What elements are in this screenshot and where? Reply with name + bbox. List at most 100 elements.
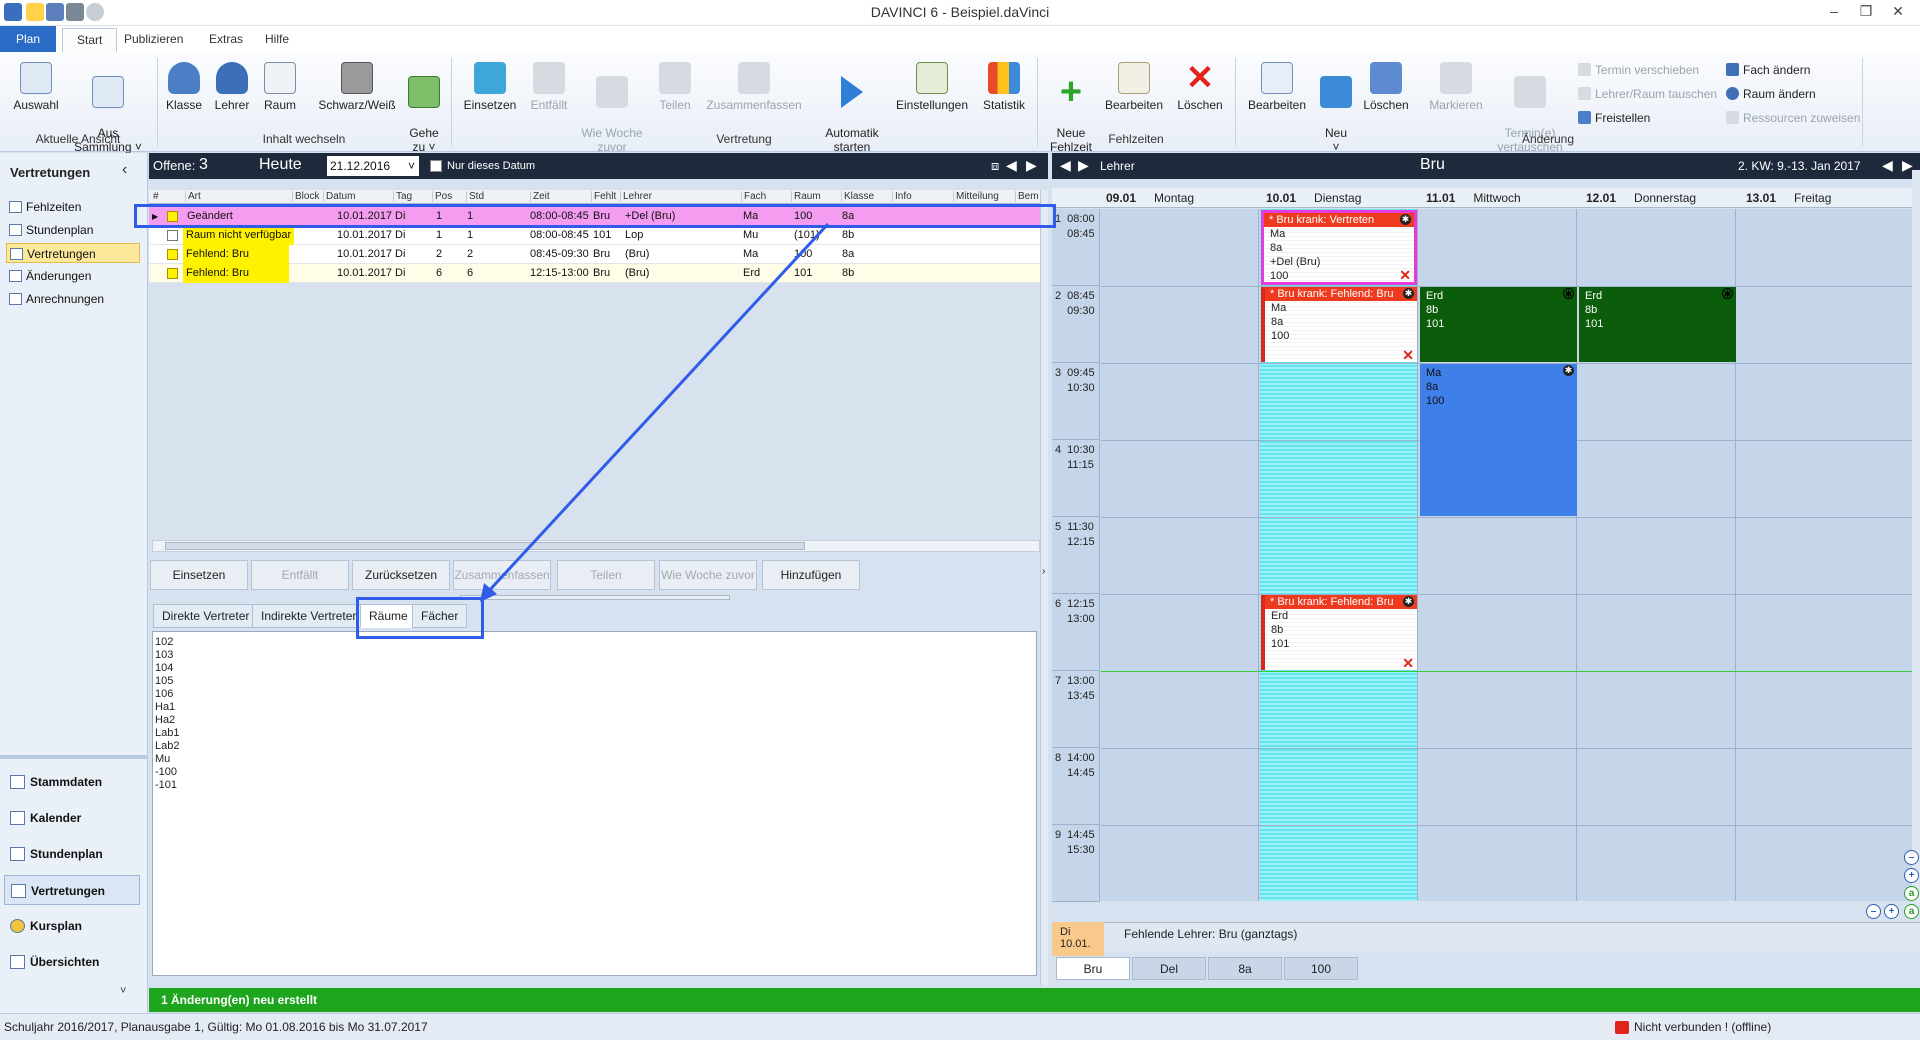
- col-block[interactable]: Block: [292, 191, 319, 202]
- col-fach[interactable]: Fach: [741, 191, 766, 202]
- einsetzen-action-button[interactable]: Einsetzen: [150, 560, 248, 590]
- tab-faecher[interactable]: Fächer: [412, 604, 468, 628]
- nav-stundenplan-main[interactable]: Stundenplan: [4, 839, 140, 869]
- col-klasse[interactable]: Klasse: [841, 191, 874, 202]
- list-item[interactable]: 106: [155, 688, 1034, 701]
- day-header-dienstag[interactable]: 10.01 Dienstag: [1266, 191, 1361, 205]
- close-button[interactable]: ✕: [1878, 0, 1918, 22]
- table-row[interactable]: Raum nicht verfügbar 10.01.2017 Di 1 1 0…: [149, 226, 1043, 245]
- nav-stammdaten[interactable]: Stammdaten: [4, 767, 140, 797]
- week-prev-icon[interactable]: ◀: [1882, 157, 1893, 174]
- nav-fehlzeiten[interactable]: Fehlzeiten: [6, 197, 140, 217]
- splitter-arrow-icon[interactable]: ›: [1042, 566, 1045, 577]
- markieren-button[interactable]: Markieren: [1424, 62, 1488, 112]
- col-raum[interactable]: Raum: [791, 191, 821, 202]
- heute-button[interactable]: Heute: [259, 156, 302, 174]
- hzoom-out-icon[interactable]: –: [1866, 904, 1881, 919]
- tab-plan[interactable]: Plan: [0, 26, 57, 52]
- nav-kursplan[interactable]: Kursplan: [4, 911, 140, 941]
- day-header-montag[interactable]: 09.01 Montag: [1106, 191, 1194, 205]
- bearbeiten-fehlzeit-button[interactable]: Bearbeiten: [1102, 62, 1166, 112]
- tab-publizieren[interactable]: Publizieren: [110, 28, 197, 52]
- raum-aendern-button[interactable]: Raum ändern: [1726, 86, 1816, 102]
- tab-raeume[interactable]: Räume: [360, 604, 417, 628]
- hzoom-in-icon[interactable]: +: [1884, 904, 1899, 919]
- col-mitteilung[interactable]: Mitteilung: [953, 191, 999, 202]
- nav-stundenplan[interactable]: Stundenplan: [6, 220, 140, 240]
- splitter[interactable]: [460, 595, 730, 600]
- tab-8a[interactable]: 8a: [1208, 957, 1282, 980]
- tab-indirekte-vertreter[interactable]: Indirekte Vertreter: [252, 604, 366, 628]
- day-header-freitag[interactable]: 13.01 Freitag: [1746, 191, 1831, 205]
- zuruecksetzen-action-button[interactable]: Zurücksetzen: [352, 560, 450, 590]
- table-row[interactable]: Fehlend: Bru 10.01.2017 Di 2 2 08:45-09:…: [149, 245, 1043, 264]
- col-pos[interactable]: Pos: [432, 191, 452, 202]
- mode-a-icon[interactable]: a: [1904, 886, 1919, 901]
- prev-icon[interactable]: ◀: [1060, 157, 1071, 174]
- day-column[interactable]: [1101, 209, 1259, 901]
- nur-dieses-datum-checkbox[interactable]: [430, 160, 442, 172]
- zusammenfassen-button[interactable]: Zusammenfassen: [704, 62, 804, 112]
- lesson-event[interactable]: ✱ Erd 8b 101: [1420, 287, 1577, 362]
- zoom-out-icon[interactable]: –: [1904, 850, 1919, 865]
- ressourcen-zuweisen-button[interactable]: Ressourcen zuweisen: [1726, 110, 1860, 126]
- grid-scrollbar[interactable]: [152, 540, 1040, 552]
- table-row[interactable]: ▶ Geändert 10.01.2017 Di 1 1 08:00-08:45…: [149, 207, 1043, 226]
- pin-icon[interactable]: ⧈: [991, 158, 999, 174]
- col-std[interactable]: Std: [466, 191, 484, 202]
- lesson-event[interactable]: * Bru krank: Fehlend: Bru ✱ Ma 8a 100 ✕: [1261, 287, 1417, 362]
- nav-kalender[interactable]: Kalender: [4, 803, 140, 833]
- nav-vertretungen-main[interactable]: Vertretungen: [4, 875, 140, 905]
- list-item[interactable]: 102: [155, 636, 1034, 649]
- wie-woche-zuvor-action-button[interactable]: Wie Woche zuvor: [659, 560, 757, 590]
- lehrer-button[interactable]: Lehrer: [210, 62, 254, 112]
- freistellen-button[interactable]: Freistellen: [1578, 110, 1650, 126]
- col-zeit[interactable]: Zeit: [530, 191, 550, 202]
- bearbeiten-aenderung-button[interactable]: Bearbeiten: [1244, 62, 1310, 112]
- tab-100[interactable]: 100: [1284, 957, 1358, 980]
- tab-direkte-vertreter[interactable]: Direkte Vertreter: [153, 604, 259, 628]
- col-art[interactable]: Art: [185, 191, 201, 202]
- chevron-down-icon[interactable]: ˅: [408, 156, 415, 176]
- hinzufuegen-action-button[interactable]: Hinzufügen: [762, 560, 860, 590]
- tab-bru[interactable]: Bru: [1056, 957, 1130, 980]
- col-lehrer[interactable]: Lehrer: [620, 191, 652, 202]
- col-fehlt[interactable]: Fehlt: [591, 191, 616, 202]
- list-item[interactable]: 103: [155, 649, 1034, 662]
- list-item[interactable]: Ha2: [155, 714, 1034, 727]
- lesson-event[interactable]: ✱ Erd 8b 101: [1579, 287, 1736, 362]
- nav-vertretungen[interactable]: Vertretungen: [6, 243, 140, 263]
- nav-anrechnungen[interactable]: Anrechnungen: [6, 289, 140, 309]
- col-hash[interactable]: #: [151, 191, 159, 202]
- einsetzen-button[interactable]: Einsetzen: [460, 62, 520, 112]
- klasse-button[interactable]: Klasse: [162, 62, 206, 112]
- vertical-splitter[interactable]: [1040, 190, 1048, 985]
- collapse-icon[interactable]: ‹: [122, 161, 127, 179]
- nav-uebersichten[interactable]: Übersichten: [4, 947, 140, 977]
- col-tag[interactable]: Tag: [393, 191, 412, 202]
- list-item[interactable]: Ha1: [155, 701, 1034, 714]
- date-picker[interactable]: 21.12.2016 ˅: [327, 156, 419, 176]
- termin-verschieben-button[interactable]: Termin verschieben: [1578, 62, 1699, 78]
- calendar-scrollbar[interactable]: [1912, 170, 1920, 905]
- day-header-mittwoch[interactable]: 11.01 Mittwoch: [1426, 191, 1521, 205]
- close-icon[interactable]: ✕: [1402, 656, 1414, 670]
- splitter[interactable]: [0, 755, 147, 759]
- list-item[interactable]: Lab1: [155, 727, 1034, 740]
- lesson-event[interactable]: ✱ Ma 8a 100: [1420, 364, 1577, 516]
- list-item[interactable]: Lab2: [155, 740, 1034, 753]
- nav-aenderungen[interactable]: Änderungen: [6, 266, 140, 286]
- zusammenfassen-action-button[interactable]: Zusammenfassen: [453, 560, 551, 590]
- col-datum[interactable]: Datum: [323, 191, 355, 202]
- list-item[interactable]: 105: [155, 675, 1034, 688]
- tab-hilfe[interactable]: Hilfe: [251, 28, 303, 52]
- close-icon[interactable]: ✕: [1402, 348, 1414, 362]
- tab-extras[interactable]: Extras: [195, 28, 257, 52]
- list-item[interactable]: 104: [155, 662, 1034, 675]
- list-item[interactable]: -100: [155, 766, 1034, 779]
- zoom-in-icon[interactable]: +: [1904, 868, 1919, 883]
- loeschen-aenderung-button[interactable]: Löschen: [1360, 62, 1412, 112]
- next-arrow-icon[interactable]: ▶: [1026, 157, 1037, 174]
- day-column[interactable]: [1737, 209, 1912, 901]
- prev-arrow-icon[interactable]: ◀: [1006, 157, 1017, 174]
